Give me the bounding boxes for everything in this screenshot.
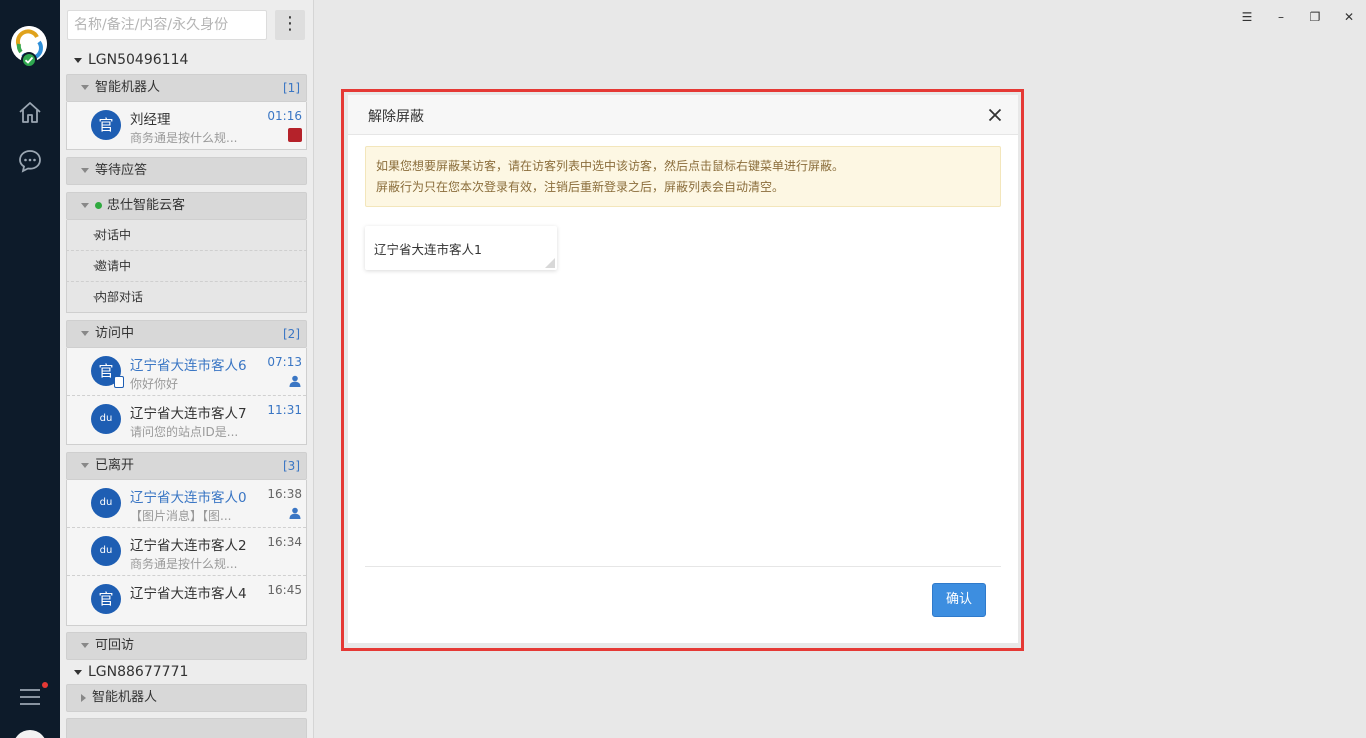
unblock-dialog: 解除屏蔽 如果您想要屏蔽某访客，请在访客列表中选中该访客，然后点击鼠标右键菜单进… (348, 95, 1018, 643)
message-time: 11:31 (267, 403, 302, 417)
message-preview: 商务通是按什么规... (130, 557, 238, 571)
section-revisit[interactable]: 可回访 (66, 632, 307, 660)
section-left[interactable]: 已离开 [3] (66, 452, 307, 480)
dialog-header: 解除屏蔽 (348, 95, 1018, 135)
online-status-icon (21, 52, 37, 68)
notice-line: 屏蔽行为只在您本次登录有效，注销后重新登录之后，屏蔽列表会自动清空。 (376, 180, 785, 194)
window-restore-button[interactable]: ❐ (1307, 10, 1323, 24)
hamburger-icon[interactable] (17, 684, 43, 710)
user-avatar[interactable] (13, 730, 47, 738)
subsection-internal[interactable]: 内部对话 (66, 282, 307, 313)
message-preview: 【图片消息】【图... (130, 509, 232, 523)
subsection-inviting[interactable]: 邀请中 (66, 251, 307, 282)
status-flag-icon (288, 128, 302, 142)
resize-handle-icon[interactable] (545, 258, 555, 268)
avatar: 官 (91, 356, 124, 388)
message-preview: 请问您的站点ID是... (130, 425, 239, 439)
message-time: 07:13 (267, 355, 302, 369)
section-robot[interactable]: 智能机器人 [1] (66, 74, 307, 102)
window-close-button[interactable]: ✕ (1341, 10, 1357, 24)
message-time: 16:45 (267, 583, 302, 597)
contact-name: 辽宁省大连市客人6 (130, 358, 247, 374)
chat-icon[interactable] (17, 148, 43, 174)
section-waiting[interactable]: 等待应答 (66, 157, 307, 185)
user-icon (289, 375, 301, 387)
section-cloud[interactable]: 忠仕智能云客 (66, 192, 307, 220)
list-item[interactable]: du 辽宁省大连市客人2 商务通是按什么规... 16:34 (67, 528, 306, 576)
subsection-chatting[interactable]: 对话中 (66, 220, 307, 251)
contact-panel: ⋮ LGN50496114 智能机器人[1] 官 刘经理 商务通是按什么规...… (60, 0, 314, 738)
left-list: du 辽宁省大连市客人0 【图片消息】【图... 16:38 du 辽宁省大连市… (66, 480, 307, 626)
message-time: 16:34 (267, 535, 302, 549)
contact-name: 辽宁省大连市客人4 (130, 586, 247, 602)
blocked-visitor-list[interactable]: 辽宁省大连市客人1 (365, 226, 557, 270)
message-preview: 商务通是按什么规... (130, 131, 238, 145)
contact-name: 辽宁省大连市客人2 (130, 538, 247, 554)
message-time: 01:16 (267, 109, 302, 123)
list-item[interactable]: du 辽宁省大连市客人7 请问您的站点ID是... 11:31 (67, 396, 306, 444)
list-item[interactable]: 官 辽宁省大连市客人4 16:45 (67, 576, 306, 624)
confirm-button[interactable]: 确认 (932, 583, 986, 617)
avatar: 官 (91, 110, 121, 140)
notice-line: 如果您想要屏蔽某访客，请在访客列表中选中该访客，然后点击鼠标右键菜单进行屏蔽。 (376, 159, 845, 173)
blocked-visitor-item[interactable]: 辽宁省大连市客人1 (374, 242, 482, 257)
robot-list: 官 刘经理 商务通是按什么规... 01:16 (66, 102, 307, 150)
account-header[interactable]: LGN50496114 (74, 52, 188, 68)
dialog-title: 解除屏蔽 (368, 109, 424, 125)
account-header[interactable]: LGN88677771 (74, 664, 188, 680)
avatar: 官 (91, 584, 121, 614)
baidu-avatar-icon: du (91, 488, 121, 518)
baidu-avatar-icon: du (91, 536, 121, 566)
divider (365, 566, 1001, 567)
section-robot-2[interactable]: 智能机器人 (66, 684, 307, 712)
message-time: 16:38 (267, 487, 302, 501)
icon-rail (0, 0, 60, 738)
notice-box: 如果您想要屏蔽某访客，请在访客列表中选中该访客，然后点击鼠标右键菜单进行屏蔽。 … (365, 146, 1001, 207)
more-options-button[interactable]: ⋮ (275, 10, 305, 40)
list-item[interactable]: 官 辽宁省大连市客人6 你好你好 07:13 (67, 348, 306, 396)
search-input[interactable] (67, 10, 267, 40)
message-preview: 你好你好 (130, 377, 179, 391)
window-menu-button[interactable]: ☰ (1239, 10, 1255, 24)
visiting-list: 官 辽宁省大连市客人6 你好你好 07:13 du 辽宁省大连市客人7 请问您的… (66, 348, 307, 445)
list-item[interactable]: du 辽宁省大连市客人0 【图片消息】【图... 16:38 (67, 480, 306, 528)
user-icon (289, 507, 301, 519)
notification-dot (42, 682, 48, 688)
close-icon[interactable] (988, 108, 1002, 122)
contact-name: 辽宁省大连市客人7 (130, 406, 247, 422)
contact-name: 刘经理 (130, 112, 171, 128)
section-collapsed[interactable] (66, 718, 307, 738)
list-item[interactable]: 官 刘经理 商务通是按什么规... 01:16 (67, 102, 306, 150)
mobile-icon (114, 376, 124, 388)
section-visiting[interactable]: 访问中 [2] (66, 320, 307, 348)
window-minimize-button[interactable]: – (1273, 10, 1289, 24)
baidu-avatar-icon: du (91, 404, 121, 434)
contact-name: 辽宁省大连市客人0 (130, 490, 247, 506)
home-icon[interactable] (17, 100, 43, 126)
